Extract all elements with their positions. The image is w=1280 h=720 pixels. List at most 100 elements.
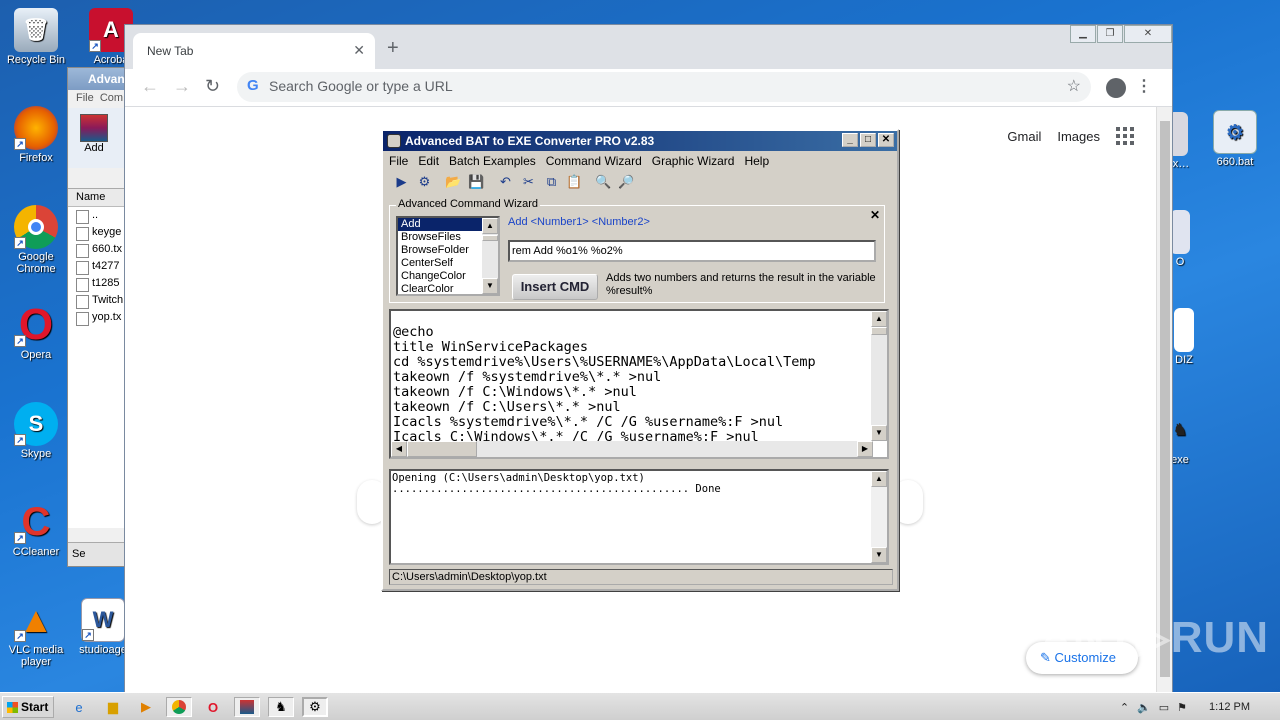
desktop-icon-skype[interactable]: S ↗ Skype: [1, 402, 71, 460]
paste-icon[interactable]: 📋: [566, 174, 583, 190]
menu-help[interactable]: Help: [744, 154, 769, 171]
zoom-in-icon[interactable]: 🔍: [595, 174, 612, 190]
scroll-right-icon[interactable]: ▶: [857, 441, 873, 457]
bat-titlebar[interactable]: Advanced BAT to EXE Converter PRO v2.83 …: [383, 131, 897, 151]
save-icon[interactable]: 💾: [468, 174, 485, 190]
list-item[interactable]: Add: [398, 218, 484, 231]
gmail-link[interactable]: Gmail: [1007, 129, 1041, 144]
scroll-down-icon[interactable]: ▼: [871, 547, 887, 563]
menu-kebab-icon[interactable]: ⋮: [1136, 76, 1152, 96]
ie-icon[interactable]: e: [66, 697, 92, 717]
maximize-icon[interactable]: □: [860, 133, 876, 147]
network-icon[interactable]: ▭: [1159, 701, 1169, 714]
desktop-icon-firefox[interactable]: ↗ Firefox: [1, 106, 71, 164]
desktop-icon-660-bat[interactable]: ⚙ 660.bat: [1200, 110, 1270, 168]
scrollbar-thumb[interactable]: [871, 327, 887, 335]
desktop-icon-vlc[interactable]: ▲ ↗ VLC media player: [1, 598, 71, 668]
list-item[interactable]: yop.tx: [68, 309, 126, 326]
insert-cmd-button[interactable]: Insert CMD: [512, 274, 598, 300]
close-icon[interactable]: ✕: [1124, 25, 1172, 43]
command-list[interactable]: Add BrowseFiles BrowseFolder CenterSelf …: [396, 216, 500, 296]
run-icon[interactable]: ▶: [393, 174, 410, 190]
apps-grid-icon[interactable]: [1116, 127, 1134, 145]
desktop-icon-opera[interactable]: O ↗ Opera: [1, 300, 71, 361]
explorer-add-button[interactable]: Add: [74, 114, 114, 162]
scroll-down-icon[interactable]: ▼: [871, 425, 887, 441]
reload-icon[interactable]: ↻: [205, 76, 220, 97]
exe-icon: ♞: [1172, 422, 1188, 439]
opera-taskbar-icon[interactable]: O: [200, 697, 226, 717]
list-item[interactable]: Twitch: [68, 292, 126, 309]
open-folder-icon[interactable]: 📂: [445, 174, 462, 190]
list-item[interactable]: 660.tx: [68, 241, 126, 258]
action-center-flag-icon[interactable]: ⚑: [1177, 701, 1187, 714]
close-icon[interactable]: ✕: [878, 133, 894, 147]
tab-new-tab[interactable]: New Tab ✕: [133, 33, 375, 69]
editor-vertical-scrollbar[interactable]: ▲ ▼: [871, 311, 887, 441]
command-input[interactable]: rem Add %o1% %o2%: [508, 240, 876, 262]
editor-horizontal-scrollbar[interactable]: ◀ ▶: [391, 441, 873, 457]
output-log: Opening (C:\Users\admin\Desktop\yop.txt)…: [389, 469, 889, 565]
new-tab-icon[interactable]: +: [387, 37, 399, 60]
profile-icon[interactable]: [1106, 78, 1126, 98]
desktop-icon-ccleaner[interactable]: C ↗ CCleaner: [1, 500, 71, 559]
tab-title: New Tab: [147, 44, 194, 58]
scrollbar-thumb[interactable]: [1160, 121, 1170, 677]
tray-expand-icon[interactable]: ⌃: [1120, 701, 1129, 714]
zoom-out-icon[interactable]: 🔎: [618, 174, 635, 190]
winrar-taskbar-icon[interactable]: [234, 697, 260, 717]
desktop-icon-chrome[interactable]: ↗ Google Chrome: [1, 205, 71, 275]
chrome-taskbar-icon[interactable]: [166, 697, 192, 717]
build-gear-icon[interactable]: ⚙: [416, 174, 433, 190]
volume-icon[interactable]: 🔈: [1137, 701, 1151, 714]
cut-icon[interactable]: ✂: [520, 174, 537, 190]
script-text[interactable]: @echo title WinServicePackages cd %syste…: [391, 311, 887, 445]
explorer-window[interactable]: Advan File Com Add Name .. keyge 660.tx …: [67, 67, 127, 567]
scrollbar-thumb[interactable]: [482, 235, 498, 241]
bat-converter-window[interactable]: Advanced BAT to EXE Converter PRO v2.83 …: [381, 129, 899, 591]
folder-icon[interactable]: ▆: [100, 697, 126, 717]
chrome-scrollbar[interactable]: [1156, 107, 1172, 693]
app-icon: [387, 134, 401, 148]
scroll-up-icon[interactable]: ▲: [482, 218, 498, 234]
menu-file[interactable]: File: [389, 154, 408, 171]
bookmark-star-icon[interactable]: ☆: [1067, 76, 1081, 96]
bat-file-icon: ⚙: [1213, 110, 1257, 154]
clock[interactable]: 1:12 PM: [1209, 701, 1250, 713]
exe-taskbar-icon[interactable]: ♞: [268, 697, 294, 717]
scrollbar-thumb[interactable]: [407, 441, 477, 457]
menu-batch-examples[interactable]: Batch Examples: [449, 154, 536, 171]
undo-icon[interactable]: ↶: [497, 174, 514, 190]
copy-icon[interactable]: ⧉: [543, 174, 560, 190]
menu-command-wizard[interactable]: Command Wizard: [546, 154, 642, 171]
explorer-menu-file[interactable]: File: [76, 92, 94, 104]
scroll-up-icon[interactable]: ▲: [871, 311, 887, 327]
scroll-up-icon[interactable]: ▲: [871, 471, 887, 487]
scroll-left-icon[interactable]: ◀: [391, 441, 407, 457]
list-item[interactable]: ..: [68, 207, 126, 224]
desktop-icon-recycle-bin[interactable]: 🗑 Recycle Bin: [1, 8, 71, 66]
bat-converter-taskbar-icon[interactable]: ⚙: [302, 697, 328, 717]
explorer-menu-com[interactable]: Com: [100, 92, 123, 104]
column-name-header[interactable]: Name: [68, 189, 126, 207]
scroll-down-icon[interactable]: ▼: [482, 278, 498, 294]
omnibox-input[interactable]: G Search Google or type a URL ☆: [237, 72, 1091, 102]
back-icon[interactable]: ←: [141, 76, 159, 97]
close-tab-icon[interactable]: ✕: [353, 42, 365, 59]
command-list-scrollbar[interactable]: ▲ ▼: [482, 218, 498, 294]
menu-graphic-wizard[interactable]: Graphic Wizard: [652, 154, 735, 171]
restore-icon[interactable]: ❐: [1097, 25, 1123, 43]
log-scrollbar[interactable]: ▲ ▼: [871, 471, 887, 563]
list-item[interactable]: t1285: [68, 275, 126, 292]
list-item[interactable]: keyge: [68, 224, 126, 241]
minimize-icon[interactable]: ▁: [1070, 25, 1096, 43]
minimize-icon[interactable]: _: [842, 133, 858, 147]
close-wizard-icon[interactable]: ✕: [870, 208, 880, 222]
list-item[interactable]: t4277: [68, 258, 126, 275]
forward-icon[interactable]: →: [173, 76, 191, 97]
script-editor[interactable]: @echo title WinServicePackages cd %syste…: [389, 309, 889, 459]
menu-edit[interactable]: Edit: [418, 154, 439, 171]
start-button[interactable]: Start: [2, 696, 54, 718]
media-player-icon[interactable]: ▶: [133, 697, 159, 717]
images-link[interactable]: Images: [1057, 129, 1100, 144]
